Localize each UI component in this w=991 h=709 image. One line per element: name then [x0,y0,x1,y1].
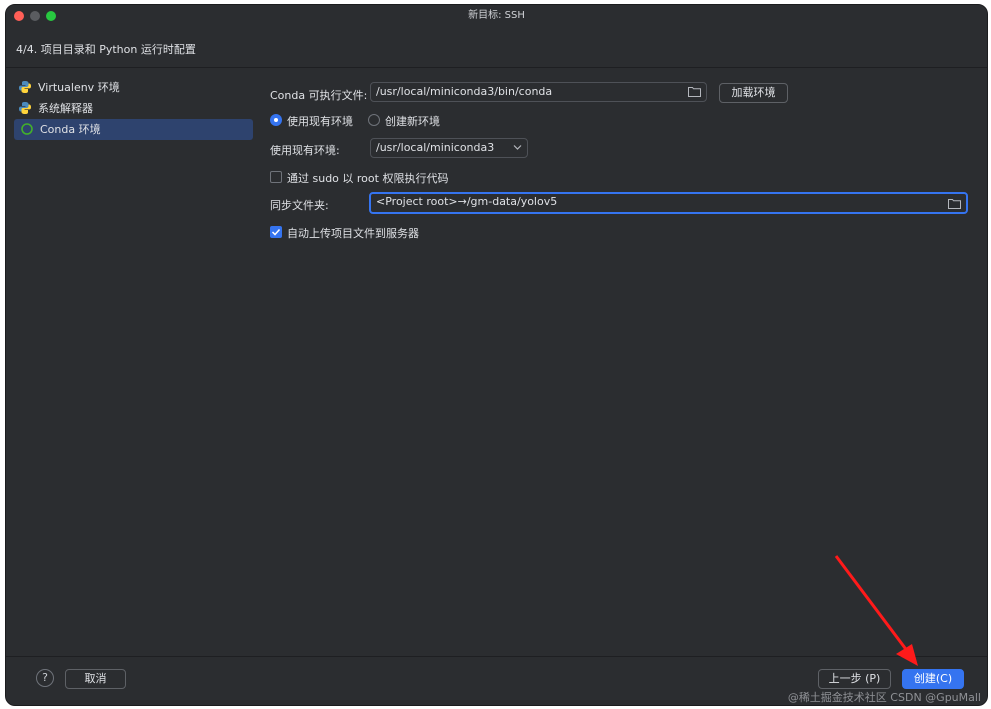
prev-step-button[interactable]: 上一步 (P) [818,669,891,689]
existing-env-value: /usr/local/miniconda3 [376,141,495,154]
python-icon [19,81,31,93]
close-window-button[interactable] [14,11,24,21]
chevron-down-icon [513,145,522,150]
sidebar-item-virtualenv[interactable]: Virtualenv 环境 [12,77,252,98]
step-header: 4/4. 项目目录和 Python 运行时配置 [6,27,987,68]
conda-exec-value: /usr/local/miniconda3/bin/conda [376,85,553,98]
radio-create-new[interactable] [368,114,380,126]
radio-use-existing-label: 使用现有环境 [287,115,353,128]
watermark: @稀土掘金技术社区 CSDN @GpuMall [787,691,981,704]
minimize-window-button[interactable] [30,11,40,21]
checkmark-icon [271,228,281,236]
sync-folder-value: <Project root>→/gm-data/yolov5 [376,195,558,208]
folder-icon[interactable] [948,198,961,209]
cancel-button[interactable]: 取消 [65,669,126,689]
sidebar-item-system-interpreter[interactable]: 系统解释器 [12,98,252,119]
step-title: 4/4. 项目目录和 Python 运行时配置 [16,43,196,56]
conda-exec-label: Conda 可执行文件: [270,89,368,102]
sudo-label: 通过 sudo 以 root 权限执行代码 [287,172,449,185]
sudo-checkbox[interactable] [270,171,282,183]
sync-folder-label: 同步文件夹: [270,199,329,212]
folder-icon[interactable] [688,86,701,97]
dialog-window: 新目标: SSH 4/4. 项目目录和 Python 运行时配置 Virtual… [5,4,988,706]
radio-use-existing[interactable] [270,114,282,126]
sidebar-item-label: Conda 环境 [40,123,101,136]
maximize-window-button[interactable] [46,11,56,21]
sidebar: Virtualenv 环境 系统解释器 Conda 环境 [12,77,253,140]
title-bar: 新目标: SSH [6,5,987,27]
python-icon [19,102,31,114]
sync-folder-field[interactable]: <Project root>→/gm-data/yolov5 [369,192,968,214]
conda-exec-field[interactable]: /usr/local/miniconda3/bin/conda [370,82,707,102]
window-title: 新目标: SSH [468,10,525,21]
existing-env-select[interactable]: /usr/local/miniconda3 [370,138,528,158]
auto-upload-label: 自动上传项目文件到服务器 [287,227,419,240]
sidebar-item-conda[interactable]: Conda 环境 [14,119,253,140]
existing-env-label: 使用现有环境: [270,144,340,157]
help-button[interactable]: ? [36,669,54,687]
conda-icon [21,123,33,135]
create-button[interactable]: 创建(C) [902,669,964,689]
radio-create-new-label: 创建新环境 [385,115,440,128]
sidebar-item-label: Virtualenv 环境 [38,81,120,94]
load-env-button[interactable]: 加载环境 [719,83,788,103]
auto-upload-checkbox[interactable] [270,226,282,238]
sidebar-item-label: 系统解释器 [38,102,93,115]
